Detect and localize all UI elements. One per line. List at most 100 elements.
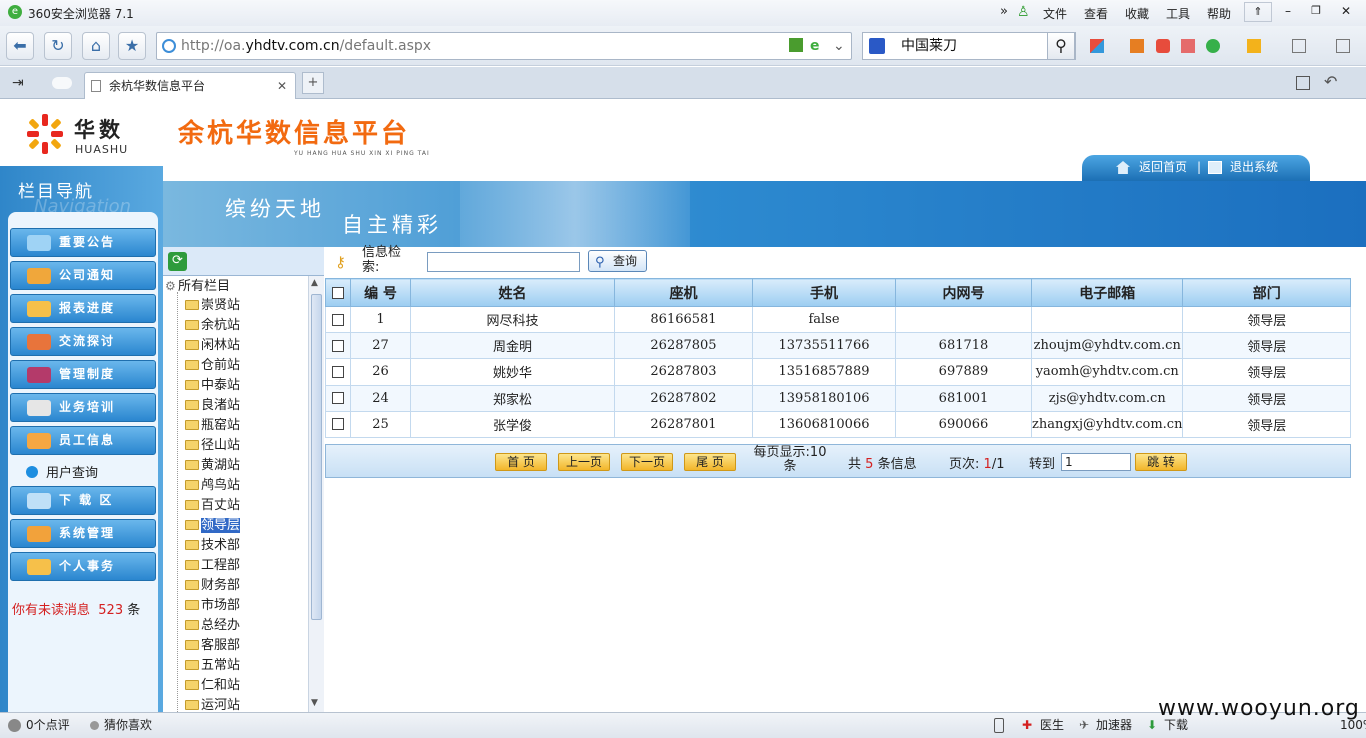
tree-node[interactable]: 总经办 xyxy=(185,616,240,636)
col-header-department[interactable]: 部门 xyxy=(1182,278,1351,307)
comments-count[interactable]: 0个点评 xyxy=(26,713,70,738)
tree-node[interactable]: 工程部 xyxy=(185,556,240,576)
info-search-input[interactable] xyxy=(427,252,580,272)
new-tab-button[interactable]: + xyxy=(302,72,324,94)
skin-button[interactable]: ⇑ xyxy=(1244,2,1272,22)
logout-link[interactable]: 退出系统 xyxy=(1230,155,1278,180)
sidebar-item-employees[interactable]: 员工信息 xyxy=(10,426,156,455)
apps-icon[interactable] xyxy=(1090,39,1104,53)
calendar-icon[interactable] xyxy=(1130,39,1144,53)
sidebar-toggle-icon[interactable]: ⇥ xyxy=(12,75,24,91)
sidebar-item-personal[interactable]: 个人事务 xyxy=(10,552,156,581)
table-row[interactable]: 27 周金明 26287805 13735511766 681718 zhoujm@yhd… xyxy=(325,332,1351,360)
shield-icon[interactable] xyxy=(1206,39,1220,53)
col-header-id[interactable]: 编 号 xyxy=(350,278,411,307)
undo-close-icon[interactable]: ↶ xyxy=(1324,72,1337,91)
tree-node[interactable]: 鸬鸟站 xyxy=(185,476,240,496)
sidebar-item-downloads[interactable]: 下 载 区 xyxy=(10,486,156,515)
prev-page-button[interactable]: 上一页 xyxy=(558,453,610,471)
col-header-phone[interactable]: 座机 xyxy=(614,278,753,307)
close-tab-icon[interactable]: ✕ xyxy=(277,73,287,99)
tab-active[interactable]: 余杭华数信息平台 ✕ xyxy=(84,72,296,99)
col-header-intranet[interactable]: 内网号 xyxy=(895,278,1032,307)
tree-node[interactable]: 黄湖站 xyxy=(185,456,240,476)
sidebar-item-regulations[interactable]: 管理制度 xyxy=(10,360,156,389)
col-header-name[interactable]: 姓名 xyxy=(410,278,615,307)
tree-node[interactable]: 仁和站 xyxy=(185,676,240,696)
first-page-button[interactable]: 首 页 xyxy=(495,453,547,471)
accelerator-button[interactable]: 加速器 xyxy=(1096,713,1132,738)
menu-favorites[interactable]: 收藏 xyxy=(1125,5,1149,22)
select-all-checkbox[interactable] xyxy=(332,286,344,299)
sidebar-item-training[interactable]: 业务培训 xyxy=(10,393,156,422)
tree-node[interactable]: 良渚站 xyxy=(185,396,240,416)
restore-button[interactable]: ❐ xyxy=(1302,2,1330,22)
mail-icon[interactable] xyxy=(1181,39,1195,53)
scroll-up-icon[interactable]: ▲ xyxy=(311,278,318,288)
tree-node[interactable]: 领导层 xyxy=(185,516,241,536)
col-header-email[interactable]: 电子邮箱 xyxy=(1030,278,1184,307)
tree-node[interactable]: 客服部 xyxy=(185,636,240,656)
ie-mode-icon[interactable]: e xyxy=(810,33,820,59)
row-checkbox[interactable] xyxy=(332,392,344,405)
dropdown-icon[interactable]: ⌄ xyxy=(833,33,845,59)
sidebar-item-notices[interactable]: 公司通知 xyxy=(10,261,156,290)
tree-node[interactable]: 仓前站 xyxy=(185,356,240,376)
row-checkbox[interactable] xyxy=(332,418,344,431)
table-row[interactable]: 25 张学俊 26287801 13606810066 690066 zhangxj@yh… xyxy=(325,410,1351,439)
sidebar-subitem-user-query[interactable]: 用户查询 xyxy=(26,462,98,481)
close-window-button[interactable]: ✕ xyxy=(1331,2,1361,22)
guess-you-like[interactable]: 猜你喜欢 xyxy=(104,713,152,738)
baidu-icon[interactable] xyxy=(869,38,885,54)
return-home-link[interactable]: 返回首页 xyxy=(1139,155,1187,180)
row-checkbox[interactable] xyxy=(332,339,344,352)
clipboard-icon[interactable] xyxy=(1247,39,1261,53)
scroll-down-icon[interactable]: ▼ xyxy=(311,698,318,708)
screenshot-icon[interactable] xyxy=(1292,39,1306,53)
tree-node[interactable]: 余杭站 xyxy=(185,316,240,336)
back-button[interactable]: ⬅ xyxy=(6,32,34,60)
home-button[interactable]: ⌂ xyxy=(82,32,110,60)
goto-button[interactable]: 跳 转 xyxy=(1135,453,1187,471)
crop-icon[interactable] xyxy=(1336,39,1350,53)
col-header-mobile[interactable]: 手机 xyxy=(752,278,896,307)
refresh-tree-icon[interactable]: ⟳ xyxy=(168,252,187,271)
sidebar-item-reports[interactable]: 报表进度 xyxy=(10,294,156,323)
qrcode-icon[interactable] xyxy=(789,38,803,52)
tree-node[interactable]: 崇贤站 xyxy=(185,296,240,316)
sidebar-item-system[interactable]: 系统管理 xyxy=(10,519,156,548)
table-row[interactable]: 24 郑家松 26287802 13958180106 681001 zjs@yhdtv.… xyxy=(325,384,1351,412)
game-icon[interactable] xyxy=(1156,39,1170,53)
row-checkbox[interactable] xyxy=(332,313,344,326)
mobile-icon[interactable] xyxy=(994,718,1004,733)
last-page-button[interactable]: 尾 页 xyxy=(684,453,736,471)
tree-node[interactable]: 运河站 xyxy=(185,696,240,712)
tab-list-icon[interactable] xyxy=(1296,76,1310,90)
sidebar-item-announcements[interactable]: 重要公告 xyxy=(10,228,156,257)
tree-node[interactable]: 瓶窑站 xyxy=(185,416,240,436)
tree-node[interactable]: 五常站 xyxy=(185,656,240,676)
minimize-button[interactable]: – xyxy=(1274,2,1302,22)
tree-root[interactable]: ⚙ 所有栏目 xyxy=(165,276,230,296)
search-input[interactable]: 中国莱刀 xyxy=(862,32,1076,60)
chevron-right-icon[interactable]: » xyxy=(1000,4,1008,19)
tree-node[interactable]: 财务部 xyxy=(185,576,240,596)
cloud-icon[interactable] xyxy=(52,77,72,89)
tree-node[interactable]: 市场部 xyxy=(185,596,240,616)
next-page-button[interactable]: 下一页 xyxy=(621,453,673,471)
tree-scrollbar[interactable]: ▲ ▼ xyxy=(308,276,324,712)
refresh-button[interactable]: ↻ xyxy=(44,32,72,60)
doctor-button[interactable]: 医生 xyxy=(1040,713,1064,738)
unread-messages[interactable]: 你有未读消息 523 条 xyxy=(12,599,140,618)
menu-view[interactable]: 查看 xyxy=(1084,5,1108,22)
tree-node[interactable]: 中泰站 xyxy=(185,376,240,396)
menu-file[interactable]: 文件 xyxy=(1043,5,1067,22)
table-row[interactable]: 1 网尽科技 86166581 false 领导层 xyxy=(325,305,1351,334)
table-row[interactable]: 26 姚妙华 26287803 13516857889 697889 yaomh@yhdt… xyxy=(325,358,1351,386)
menu-tools[interactable]: 工具 xyxy=(1166,5,1190,22)
query-button[interactable]: ⚲ 查询 xyxy=(588,250,647,272)
tree-node[interactable]: 技术部 xyxy=(185,536,240,556)
user-icon[interactable]: ♙ xyxy=(1017,4,1031,20)
goto-page-input[interactable]: 1 xyxy=(1061,453,1131,471)
tree-node[interactable]: 百丈站 xyxy=(185,496,240,516)
